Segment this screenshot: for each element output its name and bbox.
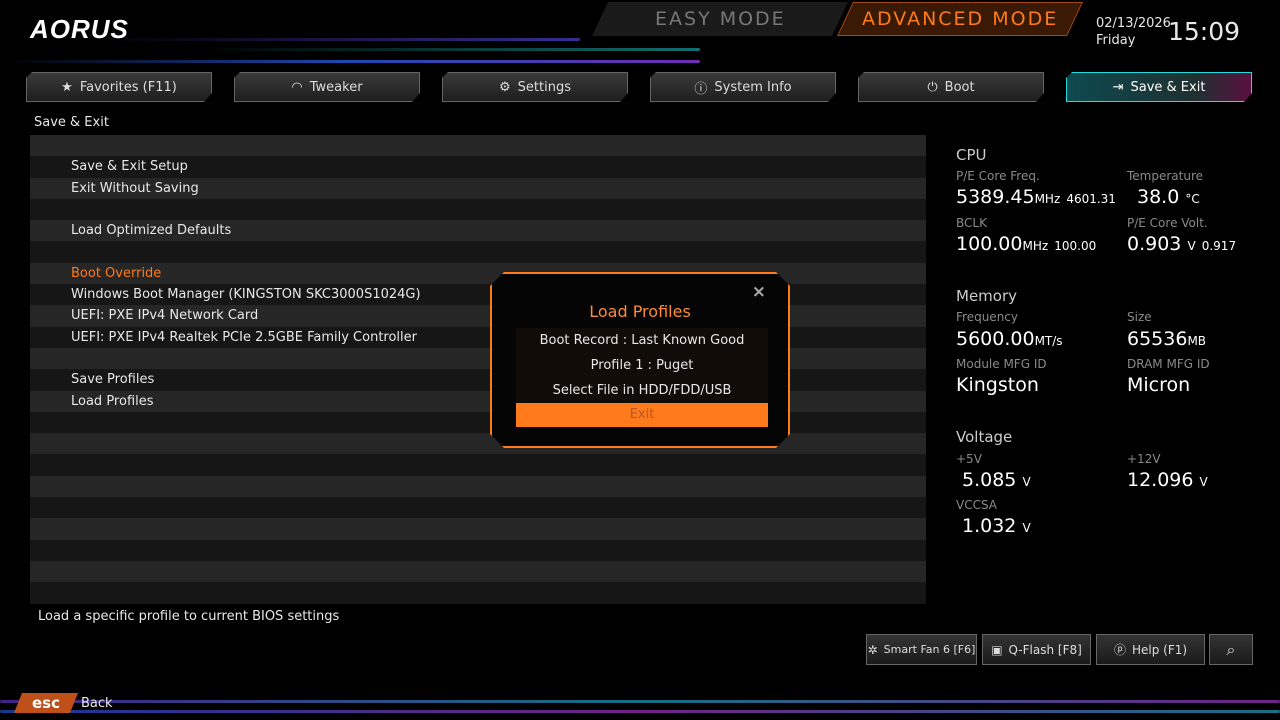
info-icon: ⓘ bbox=[694, 78, 707, 97]
easy-mode-label: EASY MODE bbox=[655, 8, 786, 30]
menu-item bbox=[30, 518, 926, 539]
tab-favorites[interactable]: ★ Favorites (F11) bbox=[26, 72, 212, 102]
date-display: 02/13/2026Friday bbox=[1096, 15, 1171, 49]
tab-boot[interactable]: ⏻ Boot bbox=[858, 72, 1044, 102]
menu-item bbox=[30, 582, 926, 603]
temp-label: Temperature bbox=[1127, 169, 1203, 183]
menu-item[interactable]: Save & Exit Setup bbox=[30, 156, 926, 177]
bclk: 100.00MHz 100.00 bbox=[956, 233, 1096, 255]
tab-label: Save & Exit bbox=[1130, 80, 1205, 95]
mem-freq-label: Frequency bbox=[956, 310, 1018, 324]
tab-label: Favorites (F11) bbox=[80, 80, 177, 95]
v12: 12.096 V bbox=[1127, 469, 1208, 491]
advanced-mode-button[interactable]: ADVANCED MODE bbox=[837, 2, 1083, 36]
tab-label: Boot bbox=[945, 80, 975, 95]
date: 02/13/2026 bbox=[1096, 15, 1171, 32]
back-label: Back bbox=[81, 696, 113, 711]
menu-item bbox=[30, 561, 926, 582]
vccsa-label: VCCSA bbox=[956, 498, 997, 512]
cpu-temp: 38.0 °C bbox=[1137, 186, 1200, 208]
help-text: Load a specific profile to current BIOS … bbox=[38, 609, 339, 624]
exit-icon: ⇥ bbox=[1113, 80, 1124, 95]
profile-option[interactable]: Boot Record : Last Known Good bbox=[516, 328, 768, 353]
menu-item bbox=[30, 348, 926, 369]
mem-size-label: Size bbox=[1127, 310, 1152, 324]
aorus-logo: AORUS bbox=[30, 14, 129, 45]
menu-item[interactable]: Load Profiles bbox=[30, 391, 926, 412]
tab-tweaker[interactable]: ◠ Tweaker bbox=[234, 72, 420, 102]
menu-item bbox=[30, 199, 926, 220]
menu-item bbox=[30, 540, 926, 561]
menu-item bbox=[30, 497, 926, 518]
menu-item[interactable]: Exit Without Saving bbox=[30, 178, 926, 199]
menu-item bbox=[30, 412, 926, 433]
search-button[interactable]: ⌕ bbox=[1209, 634, 1253, 665]
dialog-title: Load Profiles bbox=[492, 302, 788, 321]
exit-button[interactable]: Exit bbox=[516, 403, 768, 427]
power-icon: ⏻ bbox=[927, 80, 937, 95]
gauge-icon: ◠ bbox=[291, 80, 302, 95]
cpu-volt: 0.903 V 0.917 bbox=[1127, 233, 1236, 255]
gear-icon: ⚙ bbox=[499, 80, 511, 95]
memory-title: Memory bbox=[956, 287, 1017, 305]
menu-item bbox=[30, 135, 926, 156]
dram: Micron bbox=[1127, 374, 1190, 396]
menu-item[interactable]: UEFI: PXE IPv4 Network Card bbox=[30, 305, 926, 326]
v12-label: +12V bbox=[1127, 452, 1161, 466]
q-flash-button[interactable]: ▣Q-Flash [F8] bbox=[982, 634, 1091, 665]
v5-label: +5V bbox=[956, 452, 982, 466]
mem-size: 65536MB bbox=[1127, 328, 1206, 350]
menu-item bbox=[30, 454, 926, 475]
time-display: 15:09 bbox=[1168, 17, 1240, 46]
volt-label: P/E Core Volt. bbox=[1127, 216, 1208, 230]
cpu-freq: 5389.45MHz 4601.31 bbox=[956, 186, 1116, 208]
mfg: Kingston bbox=[956, 374, 1039, 396]
smart-fan-button[interactable]: ✲Smart Fan 6 [F6] bbox=[866, 634, 977, 665]
day: Friday bbox=[1096, 32, 1171, 49]
menu-item[interactable]: Save Profiles bbox=[30, 369, 926, 390]
voltage-title: Voltage bbox=[956, 428, 1012, 446]
cpu-panel: CPU bbox=[956, 146, 1236, 164]
advanced-mode-label: ADVANCED MODE bbox=[862, 8, 1058, 30]
easy-mode-button[interactable]: EASY MODE bbox=[592, 2, 848, 36]
search-icon: ⌕ bbox=[1227, 640, 1236, 660]
help-button[interactable]: ⓟHelp (F1) bbox=[1096, 634, 1205, 665]
help-icon: ⓟ bbox=[1114, 641, 1126, 658]
menu-item[interactable]: UEFI: PXE IPv4 Realtek PCIe 2.5GBE Famil… bbox=[30, 327, 926, 348]
menu-item bbox=[30, 433, 926, 454]
tab-system-info[interactable]: ⓘ System Info bbox=[650, 72, 836, 102]
esc-button[interactable]: esc bbox=[14, 693, 78, 713]
star-icon: ★ bbox=[61, 80, 73, 95]
breadcrumb: Save & Exit bbox=[34, 115, 109, 130]
menu-item bbox=[30, 476, 926, 497]
load-profiles-dialog: × Load Profiles Boot Record : Last Known… bbox=[490, 272, 790, 448]
menu-item[interactable]: Load Optimized Defaults bbox=[30, 220, 926, 241]
cpu-title: CPU bbox=[956, 146, 1236, 164]
tab-label: Settings bbox=[518, 80, 571, 95]
tab-label: System Info bbox=[714, 80, 791, 95]
tab-label: Tweaker bbox=[310, 80, 363, 95]
menu-item bbox=[30, 241, 926, 262]
dram-label: DRAM MFG ID bbox=[1127, 357, 1210, 371]
profile-option[interactable]: Profile 1 : Puget bbox=[516, 353, 768, 378]
menu-item[interactable]: Windows Boot Manager (KINGSTON SKC3000S1… bbox=[30, 284, 926, 305]
menu-item[interactable]: Boot Override bbox=[30, 263, 926, 284]
tab-settings[interactable]: ⚙ Settings bbox=[442, 72, 628, 102]
fan-icon: ✲ bbox=[868, 643, 878, 657]
chip-icon: ▣ bbox=[991, 643, 1002, 657]
v5: 5.085 V bbox=[962, 469, 1031, 491]
close-icon[interactable]: × bbox=[752, 282, 766, 302]
menu-list: Save & Exit SetupExit Without Saving Load… bbox=[30, 135, 926, 603]
tab-save-exit[interactable]: ⇥ Save & Exit bbox=[1066, 72, 1252, 102]
bclk-label: BCLK bbox=[956, 216, 987, 230]
cpu-freq-label: P/E Core Freq. bbox=[956, 169, 1040, 183]
vccsa: 1.032 V bbox=[962, 515, 1031, 537]
mem-freq: 5600.00MT/s bbox=[956, 328, 1063, 350]
mfg-label: Module MFG ID bbox=[956, 357, 1047, 371]
profile-option[interactable]: Select File in HDD/FDD/USB bbox=[516, 378, 768, 403]
